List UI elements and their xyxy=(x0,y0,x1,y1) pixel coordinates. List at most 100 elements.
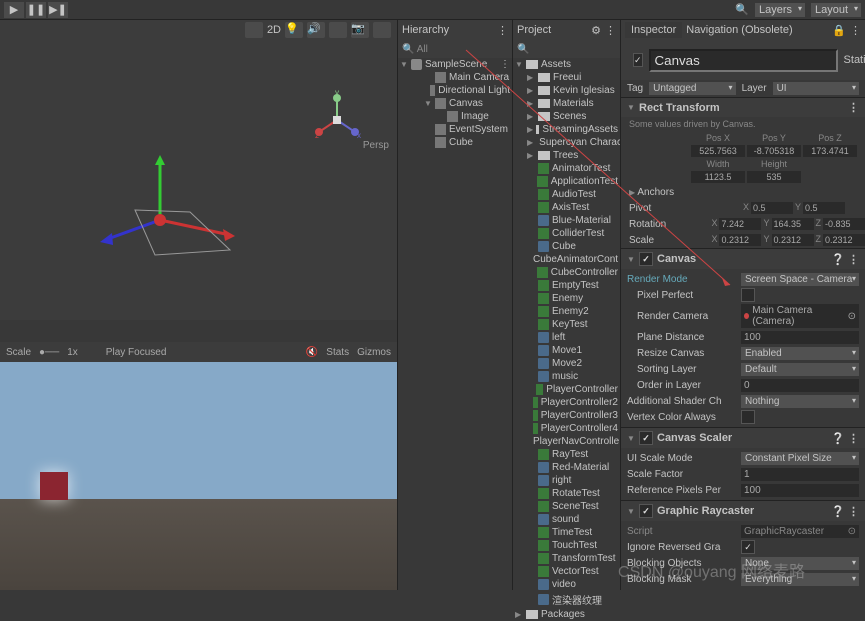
plane-distance-field[interactable]: 100 xyxy=(741,331,859,344)
mute-toggle[interactable]: 🔇 xyxy=(306,347,318,358)
camera-toggle[interactable]: 📷 xyxy=(351,22,369,38)
resize-canvas-dropdown[interactable]: Enabled xyxy=(741,347,859,360)
project-item[interactable]: Blue-Material xyxy=(513,214,620,227)
shader-channels-dropdown[interactable]: Nothing xyxy=(741,395,859,408)
scale-slider[interactable]: ●── xyxy=(39,347,59,358)
project-item[interactable]: video xyxy=(513,578,620,591)
lighting-toggle[interactable]: 💡 xyxy=(285,22,303,38)
layers-dropdown[interactable]: Layers xyxy=(755,3,805,17)
project-item[interactable]: PlayerController2 xyxy=(513,396,620,409)
project-item[interactable]: music xyxy=(513,370,620,383)
orientation-gizmo[interactable]: y z x xyxy=(307,90,367,150)
project-item[interactable]: EmptyTest xyxy=(513,279,620,292)
rect-transform-header[interactable]: ▼Rect Transform ⋮ xyxy=(621,98,865,117)
navigation-tab[interactable]: Navigation (Obsolete) xyxy=(686,24,792,36)
vertex-color-checkbox[interactable] xyxy=(741,410,755,424)
pivot-y[interactable]: 0.5 xyxy=(803,202,845,214)
scene-view[interactable]: y z x Persp xyxy=(0,40,397,320)
inspector-lock-icon[interactable]: 🔒 xyxy=(832,24,846,37)
2d-toggle[interactable]: 2D xyxy=(267,24,281,36)
project-item[interactable]: TimeTest xyxy=(513,526,620,539)
hierarchy-item[interactable]: Directional Light xyxy=(398,84,512,97)
project-item[interactable]: ▶Trees xyxy=(513,149,620,162)
project-item[interactable]: AxisTest xyxy=(513,201,620,214)
project-settings-icon[interactable]: ⚙ xyxy=(591,24,601,37)
hierarchy-tab[interactable]: Hierarchy xyxy=(402,24,449,36)
project-item[interactable]: ▶Scenes xyxy=(513,110,620,123)
graphic-raycaster-header[interactable]: ▼✓Graphic Raycaster ❔ ⋮ xyxy=(621,501,865,521)
project-item[interactable]: sound xyxy=(513,513,620,526)
persp-label[interactable]: Persp xyxy=(363,140,389,151)
canvas-scaler-header[interactable]: ▼✓Canvas Scaler ❔ ⋮ xyxy=(621,428,865,448)
hierarchy-search[interactable]: 🔍 All xyxy=(402,44,428,55)
project-tab[interactable]: Project xyxy=(517,24,551,36)
tag-dropdown[interactable]: Untagged xyxy=(649,82,735,95)
ignore-reversed-checkbox[interactable]: ✓ xyxy=(741,540,755,554)
gizmo-toggle[interactable] xyxy=(373,22,391,38)
project-item[interactable]: PlayerNavControlle xyxy=(513,435,620,448)
shading-mode-dropdown[interactable] xyxy=(245,22,263,38)
project-item[interactable]: Move2 xyxy=(513,357,620,370)
render-mode-dropdown[interactable]: Screen Space - Camera xyxy=(741,273,859,286)
active-checkbox[interactable]: ✓ xyxy=(633,53,643,67)
order-in-layer-field[interactable]: 0 xyxy=(741,379,859,392)
project-item[interactable]: RotateTest xyxy=(513,487,620,500)
project-item[interactable]: RayTest xyxy=(513,448,620,461)
project-item[interactable]: TouchTest xyxy=(513,539,620,552)
packages-folder[interactable]: ▶ Packages xyxy=(513,608,620,621)
scene-root[interactable]: ▼ SampleScene ⋮ xyxy=(398,58,512,71)
pivot-x[interactable]: 0.5 xyxy=(751,202,793,214)
pixel-perfect-checkbox[interactable] xyxy=(741,288,755,302)
project-item[interactable]: CubeController xyxy=(513,266,620,279)
project-item[interactable]: left xyxy=(513,331,620,344)
project-menu-icon[interactable]: ⋮ xyxy=(605,24,616,37)
blocking-mask-dropdown[interactable]: Everything xyxy=(741,573,859,586)
project-item[interactable]: ApplicationTest xyxy=(513,175,620,188)
project-item[interactable]: AnimatorTest xyxy=(513,162,620,175)
project-item[interactable]: Red-Material xyxy=(513,461,620,474)
hierarchy-item[interactable]: ▼Canvas xyxy=(398,97,512,110)
project-item[interactable]: 渲染器纹理 xyxy=(513,591,620,608)
project-item[interactable]: ▶Freeui xyxy=(513,71,620,84)
game-view[interactable] xyxy=(0,362,397,590)
project-item[interactable]: AudioTest xyxy=(513,188,620,201)
project-item[interactable]: PlayerController xyxy=(513,383,620,396)
rot-y[interactable]: 164.35 xyxy=(772,218,814,230)
scale-y[interactable]: 0.2312 xyxy=(772,234,814,246)
render-camera-field[interactable]: Main Camera (Camera)⊙ xyxy=(741,304,859,328)
project-item[interactable]: TransformTest xyxy=(513,552,620,565)
inspector-menu-icon[interactable]: ⋮ xyxy=(850,24,861,37)
project-item[interactable]: SceneTest xyxy=(513,500,620,513)
layout-dropdown[interactable]: Layout xyxy=(811,3,861,17)
project-item[interactable]: right xyxy=(513,474,620,487)
inspector-tab[interactable]: Inspector xyxy=(625,22,682,38)
project-item[interactable]: VectorTest xyxy=(513,565,620,578)
hierarchy-item[interactable]: Image xyxy=(398,110,512,123)
blocking-objects-dropdown[interactable]: None xyxy=(741,557,859,570)
project-item[interactable]: Enemy2 xyxy=(513,305,620,318)
scale-factor-field[interactable]: 1 xyxy=(741,468,859,481)
reference-pixels-field[interactable]: 100 xyxy=(741,484,859,497)
pos-x-field[interactable]: 525.7563 xyxy=(691,145,745,157)
canvas-component-header[interactable]: ▼✓Canvas ❔ ⋮ xyxy=(621,249,865,269)
project-item[interactable]: ▶Materials xyxy=(513,97,620,110)
project-item[interactable]: Enemy xyxy=(513,292,620,305)
scale-x[interactable]: 0.2312 xyxy=(719,234,761,246)
hierarchy-item[interactable]: Main Camera xyxy=(398,71,512,84)
audio-toggle[interactable]: 🔊 xyxy=(307,22,325,38)
pause-button[interactable]: ❚❚ xyxy=(26,2,46,18)
project-item[interactable]: PlayerController3 xyxy=(513,409,620,422)
transform-gizmo[interactable] xyxy=(100,150,260,290)
hierarchy-item[interactable]: Cube xyxy=(398,136,512,149)
stats-toggle[interactable]: Stats xyxy=(326,347,349,358)
project-item[interactable]: Cube xyxy=(513,240,620,253)
step-button[interactable]: ▶❚ xyxy=(48,2,68,18)
pos-y-field[interactable]: -8.705318 xyxy=(747,145,801,157)
ui-scale-mode-dropdown[interactable]: Constant Pixel Size xyxy=(741,452,859,465)
play-button[interactable]: ▶ xyxy=(4,2,24,18)
sorting-layer-dropdown[interactable]: Default xyxy=(741,363,859,376)
project-item[interactable]: ▶StreamingAssets xyxy=(513,123,620,136)
fx-toggle[interactable] xyxy=(329,22,347,38)
project-item[interactable]: PlayerController4 xyxy=(513,422,620,435)
gizmos-toggle[interactable]: Gizmos xyxy=(357,347,391,358)
